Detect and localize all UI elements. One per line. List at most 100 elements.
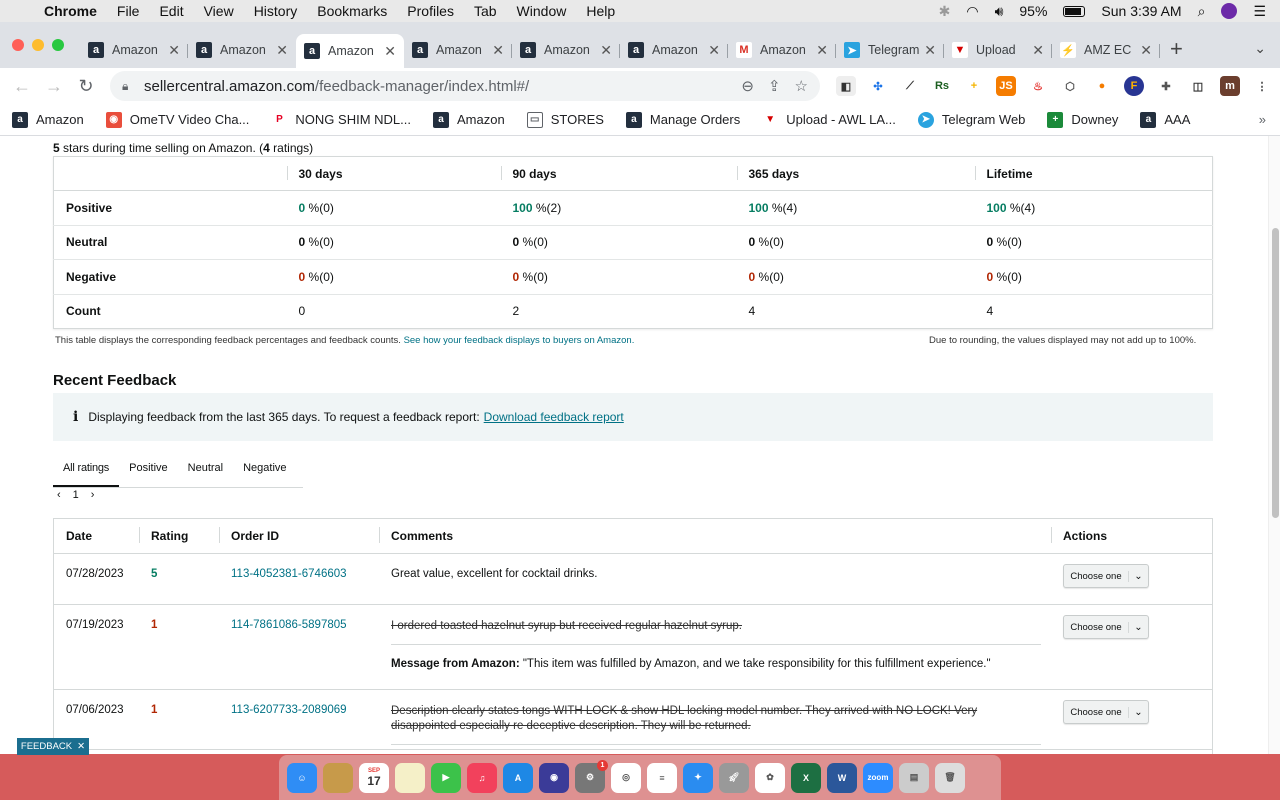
browser-tab[interactable]: a Amazon ✕ [80,36,188,64]
choose-action-dropdown[interactable]: Choose one ⌄ [1063,700,1149,724]
trash-icon[interactable]: 🗑︎ [935,762,965,793]
extension-blue-icon[interactable]: ✣ [868,76,888,96]
new-tab-button[interactable]: + [1170,36,1183,62]
menu-help[interactable]: Help [586,3,615,19]
photos-icon[interactable]: ✿ [755,762,785,793]
tab-positive[interactable]: Positive [119,456,178,487]
browser-tab[interactable]: M Amazon ✕ [728,36,836,64]
extension-rs-icon[interactable]: Rs [932,76,952,96]
order-id-link[interactable]: 113-6207733-2089069 [219,690,379,749]
browser-tab[interactable]: a Amazon ✕ [296,34,404,68]
zoom-lens-icon[interactable]: ⊖ [741,77,754,95]
bookmark-item[interactable]: ▭ STORES [526,111,604,128]
browser-tab[interactable]: a Amazon ✕ [188,36,296,64]
bookmark-item[interactable]: a AAA [1140,111,1190,128]
bookmark-star-icon[interactable]: ☆ [795,77,808,95]
bluetooth-icon[interactable]: ✱ [939,3,951,20]
scrollbar-thumb[interactable] [1272,228,1279,518]
zoom-icon[interactable]: zoom [863,762,893,793]
prev-page-chevron-icon[interactable]: ‹ [57,489,61,501]
user-menu-icon[interactable] [1221,3,1238,19]
bookmark-item[interactable]: ➤ Telegram Web [917,111,1025,128]
feedback-widget-tab[interactable]: FEEDBACK ✕ [17,738,89,755]
close-window-button[interactable] [12,39,24,51]
bookmark-item[interactable]: P NONG SHIM NDL... [271,111,411,128]
page-scrollbar[interactable] [1268,136,1280,754]
menu-tab[interactable]: Tab [474,3,497,19]
battery-icon[interactable] [1063,5,1086,17]
lock-icon[interactable]: 🔒︎ [122,79,136,94]
battery-percent[interactable]: 95% [1019,3,1047,19]
close-tab-icon[interactable]: ✕ [924,42,936,59]
bookmarks-overflow-icon[interactable]: » [1259,112,1280,127]
launchpad-icon[interactable]: 🚀︎ [719,762,749,793]
music-icon[interactable]: ♫ [467,762,497,793]
bookmark-item[interactable]: a Amazon [12,111,84,128]
forward-button[interactable]: → [38,76,70,97]
bookmark-item[interactable]: a Amazon [433,111,505,128]
browser-tab[interactable]: ➤ Telegram ✕ [836,36,944,64]
chrome-icon[interactable]: ◎ [611,762,641,793]
close-tab-icon[interactable]: ✕ [168,42,180,59]
zoom-window-button[interactable] [52,39,64,51]
order-id-link[interactable]: 113-4052381-6746603 [219,554,379,604]
close-tab-icon[interactable]: ✕ [276,42,288,59]
feedback-close-icon[interactable]: ✕ [77,741,85,752]
extension-plus-icon[interactable]: + [964,76,984,96]
download-report-link[interactable]: Download feedback report [484,410,624,424]
extension-f-icon[interactable]: F [1124,76,1144,96]
tab-all-ratings[interactable]: All ratings [53,456,120,487]
stickies-icon[interactable] [395,762,425,793]
preview-icon[interactable]: ▤ [899,762,929,793]
system-preferences-icon[interactable]: ⚙ 1 [575,759,608,793]
extension-circle-icon[interactable]: ● [1092,76,1112,96]
browser-tab[interactable]: a Amazon ✕ [620,36,728,64]
browser-tab[interactable]: ⚡ AMZ EC ✕ [1052,36,1160,64]
share-icon[interactable]: ⇪ [768,77,781,95]
finder-icon[interactable]: ☺ [287,762,317,793]
reminders-icon[interactable]: ≡ [647,762,677,793]
order-id-link[interactable]: 114-7861086-5897805 [219,605,379,689]
menu-window[interactable]: Window [517,3,567,19]
control-center-icon[interactable]: ☰ [1253,3,1266,20]
menu-file[interactable]: File [117,3,140,19]
profile-avatar[interactable]: m [1220,76,1240,96]
choose-action-dropdown[interactable]: Choose one ⌄ [1063,615,1149,639]
back-button[interactable]: ← [6,76,38,97]
volume-icon[interactable]: 🔊︎ [995,3,1004,20]
wifi-icon[interactable]: ◠ [966,3,978,20]
word-icon[interactable]: W [827,762,857,793]
side-panel-icon[interactable]: ◫ [1188,76,1208,96]
excel-icon[interactable]: X [791,762,821,793]
extensions-puzzle-icon[interactable]: ✚ [1156,76,1176,96]
bookmark-item[interactable]: ◉ OmeTV Video Cha... [105,111,249,128]
next-page-chevron-icon[interactable]: › [91,489,95,501]
clock[interactable]: Sun 3:39 AM [1101,3,1181,19]
current-page[interactable]: 1 [73,489,79,501]
buyer-display-link[interactable]: See how your feedback displays to buyers… [404,335,635,346]
extension-pen-icon[interactable]: ⟋ [900,76,920,96]
chrome-menu-icon[interactable]: ⋮ [1252,76,1272,96]
close-tab-icon[interactable]: ✕ [708,42,720,59]
extension-js-icon[interactable]: JS [996,76,1016,96]
reload-button[interactable]: ↻ [70,76,102,97]
browser-tab[interactable]: a Amazon ✕ [512,36,620,64]
notes-icon[interactable] [323,762,353,793]
minimize-window-button[interactable] [32,39,44,51]
chevron-down-icon[interactable]: ⌄ [1128,621,1148,633]
close-tab-icon[interactable]: ✕ [492,42,504,59]
app-store-icon[interactable]: A [503,762,533,793]
address-bar[interactable]: 🔒︎ sellercentral.amazon.com/feedback-man… [110,71,820,101]
calendar-icon[interactable]: SEP 17 [359,762,389,793]
extension-off-icon[interactable]: ◧ [836,76,856,96]
tab-negative[interactable]: Negative [233,456,296,487]
extension-fire-icon[interactable]: ♨ [1028,76,1048,96]
close-tab-icon[interactable]: ✕ [816,42,828,59]
close-tab-icon[interactable]: ✕ [600,42,612,59]
browser-tab[interactable]: ▼ Upload ✕ [944,36,1052,64]
menu-profiles[interactable]: Profiles [407,3,454,19]
menu-history[interactable]: History [254,3,298,19]
browser-tab[interactable]: a Amazon ✕ [404,36,512,64]
bookmark-item[interactable]: ▼ Upload - AWL LA... [762,111,896,128]
siri-icon[interactable]: ◉ [539,762,569,793]
